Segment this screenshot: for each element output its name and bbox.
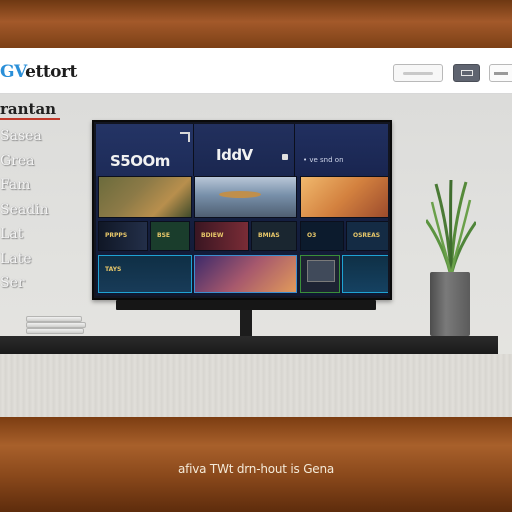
tv-stand-neck — [240, 310, 252, 336]
tv-pane-a[interactable]: S5OOm — [96, 124, 194, 176]
tv-content-grid: PRPPS BSE BDIEW BMIAS O3 OSREAS TAYS — [96, 176, 388, 296]
tv-thumbnail[interactable] — [98, 176, 192, 218]
sidebar-item[interactable]: Ser — [0, 271, 70, 296]
logo-text: ettort — [25, 62, 77, 82]
book-stack — [26, 316, 86, 336]
footer-caption: afiva TWt drn-hout is Gena — [177, 462, 335, 476]
tv-tile[interactable]: TAYS — [98, 255, 192, 293]
tv-tile-label: BDIEW — [201, 232, 224, 239]
logo-accent: GV — [0, 62, 26, 82]
airship-image — [219, 191, 261, 198]
tv-tile-preview — [307, 260, 335, 282]
tv-tile-label: O3 — [307, 232, 317, 239]
menu-icon — [494, 71, 508, 75]
tv-frame: S5OOm IddV • ve snd on PRPPS BSE BDIEW B… — [92, 120, 392, 300]
tv-tile-label: TAYS — [105, 266, 122, 273]
tv-tile-label: PRPPS — [105, 232, 128, 239]
tv-pane-b[interactable]: IddV — [194, 124, 295, 176]
tv-tile[interactable]: O3 — [300, 221, 344, 251]
tv-stand — [116, 300, 376, 310]
header-menu-button[interactable] — [489, 64, 512, 82]
tv-tile[interactable] — [300, 255, 340, 293]
media-shelf — [0, 336, 498, 354]
header-search-button[interactable] — [393, 64, 443, 82]
sidebar-title: rantan — [0, 100, 61, 120]
tv-thumbnail[interactable] — [194, 176, 297, 218]
sidebar-menu: Sasea Grea Fam Seadin Lat Late Ser — [0, 124, 70, 296]
tv-pane-c[interactable]: • ve snd on — [295, 124, 388, 176]
sidebar-item[interactable]: Late — [0, 247, 70, 272]
plant-pot — [430, 272, 470, 336]
logo[interactable]: GVettort — [0, 62, 77, 82]
tv-tile-label: BSE — [157, 232, 170, 239]
tv-hero-row: S5OOm IddV • ve snd on — [96, 124, 388, 176]
plant-icon — [426, 180, 476, 276]
wood-top-band — [0, 0, 512, 48]
sidebar-item[interactable]: Grea — [0, 149, 70, 174]
tv-pane-c-title: • ve snd on — [303, 156, 344, 164]
dot-icon — [282, 154, 288, 160]
sidebar-item[interactable]: Lat — [0, 222, 70, 247]
tv-screen: S5OOm IddV • ve snd on PRPPS BSE BDIEW B… — [96, 124, 388, 296]
book — [26, 328, 84, 334]
tv-tile[interactable]: OSREAS — [346, 221, 388, 251]
screen-icon — [460, 70, 473, 76]
tv-tile[interactable]: PRPPS — [98, 221, 148, 251]
tv-tile[interactable]: BMIAS — [251, 221, 297, 251]
tv-tile-label: OSREAS — [353, 232, 381, 239]
tv-thumbnail[interactable] — [300, 176, 388, 218]
header-screen-button[interactable] — [453, 64, 480, 82]
tv-tile[interactable]: BDIEW — [194, 221, 249, 251]
room-scene: rantan Sasea Grea Fam Seadin Lat Late Se… — [0, 94, 512, 417]
tv-tile[interactable] — [342, 255, 388, 293]
sidebar-item[interactable]: Sasea — [0, 124, 70, 149]
sidebar-item[interactable]: Seadin — [0, 198, 70, 223]
arrow-icon — [180, 132, 190, 142]
search-bar-icon — [403, 71, 433, 75]
tv-tile[interactable] — [194, 255, 297, 293]
floor — [0, 354, 512, 417]
sidebar-item[interactable]: Fam — [0, 173, 70, 198]
tv-pane-a-title: S5OOm — [110, 152, 170, 170]
tv-pane-b-title: IddV — [216, 146, 253, 164]
tv-tile[interactable]: BSE — [150, 221, 190, 251]
tv-tile-label: BMIAS — [258, 232, 280, 239]
